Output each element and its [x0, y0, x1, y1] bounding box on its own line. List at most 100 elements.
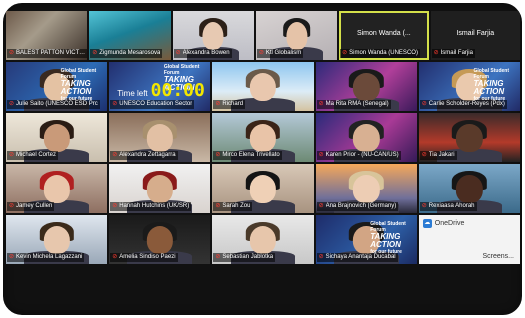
- participant-tile[interactable]: ⊘ Hannah Hutchins (UK/SR): [109, 164, 211, 213]
- onedrive-title: OneDrive: [434, 220, 465, 227]
- participant-tile[interactable]: ⊘ Kevin Michela Lagazzani: [6, 215, 108, 264]
- participant-tile[interactable]: Global Student Forum TAKING ACTION Time le…: [109, 62, 211, 111]
- participant-name: Mirco Elena Trivellato: [222, 152, 280, 158]
- participant-name-bar: ⊘BALEST PATTON VICTORIO BENIN: [7, 49, 88, 58]
- participant-face: [353, 72, 380, 102]
- mic-off-icon: ⊘: [215, 101, 221, 107]
- participant-name-bar: ⊘ Kevin Michela Lagazzani: [7, 253, 85, 262]
- participant-tile[interactable]: Global Student Forum TAKING ACTION for our…: [315, 215, 417, 264]
- forum-banner: Global Student Forum TAKING ACTION for our…: [473, 68, 515, 102]
- participant-tile[interactable]: ⊘ Zigmunda Mesarosova: [89, 11, 171, 60]
- participant-name-bar: ⊘ Richard: [213, 100, 246, 109]
- participant-name-bar: ⊘ Ma Rita RMA (Senegal): [316, 100, 391, 109]
- participant-name-bar: ⊘ Zigmunda Mesarosova: [90, 49, 163, 58]
- participant-name: Ismail Farjia: [440, 50, 473, 56]
- mic-off-icon: ⊘: [318, 101, 324, 107]
- forum-banner: Global Student Forum TAKING ACTION for our…: [370, 221, 413, 255]
- mic-off-icon: ⊘: [9, 50, 15, 56]
- participant-tile[interactable]: ⊘ Sarah Zou: [212, 164, 314, 213]
- participant-face: [285, 21, 308, 51]
- participant-face: [146, 174, 173, 204]
- participant-tile[interactable]: ⊘ Alexandra Zettagarra: [109, 113, 211, 162]
- participant-tile[interactable]: ⊘ Rexiaasa Ahorah: [418, 164, 520, 213]
- participant-grid: ⊘BALEST PATTON VICTORIO BENIN⊘Zigmunda M…: [6, 11, 520, 315]
- participant-name: Kevin Michela Lagazzani: [16, 254, 83, 260]
- participant-name: Sebastian Jablotka: [222, 254, 274, 260]
- mic-off-icon: ⊘: [112, 101, 118, 107]
- mic-off-icon: ⊘: [9, 101, 15, 107]
- mic-off-icon: ⊘: [318, 152, 324, 158]
- participant-tile[interactable]: ⊘ Tia Jakari: [418, 113, 520, 162]
- participant-name: Hannah Hutchins (UK/SR): [119, 203, 190, 209]
- participant-tile[interactable]: ⊘ Michael Cortez: [6, 113, 108, 162]
- onedrive-header: ☁ OneDrive: [422, 219, 465, 228]
- participant-name-bar: ⊘ Ktl Globalism: [256, 49, 304, 58]
- participant-name: Julie Saito (UNESCO ESD Prc: [16, 101, 98, 107]
- participant-tile[interactable]: ⊘ Sebastian Jablotka: [212, 215, 314, 264]
- participant-face: [456, 174, 483, 204]
- participant-tile[interactable]: ⊘ Jamey Cullen: [6, 164, 108, 213]
- mic-off-icon: ⊘: [175, 50, 181, 56]
- mic-off-icon: ⊘: [215, 152, 221, 158]
- participant-tile[interactable]: ⊘ Ma Rita RMA (Senegal): [315, 62, 417, 111]
- participant-tile[interactable]: ⊘ Ana Brajnovich (Germany): [315, 164, 417, 213]
- mic-off-icon: ⊘: [112, 152, 118, 158]
- mic-off-icon: ⊘: [421, 152, 427, 158]
- participant-tile[interactable]: Ismail Farjia ⊘ Ismail Farjia: [430, 11, 520, 60]
- participant-face: [353, 123, 380, 153]
- participant-name-bar: ⊘ Tia Jakari: [419, 151, 457, 160]
- participant-tile[interactable]: Global Student Forum TAKING ACTION for our…: [418, 62, 520, 111]
- participant-name-bar: ⊘ Alexandra Zettagarra: [110, 151, 178, 160]
- mic-off-icon: ⊘: [433, 50, 439, 56]
- mic-off-icon: ⊘: [215, 203, 221, 209]
- participant-tile[interactable]: ⊘BALEST PATTON VICTORIO BENIN: [6, 11, 88, 60]
- countdown-label: Time left: [117, 88, 148, 98]
- participant-name: Sichaya Anantaja Ducabal: [325, 254, 396, 260]
- forum-banner: Global Student Forum TAKING ACTION for our…: [61, 68, 103, 102]
- participant-tile[interactable]: Simon Wanda (... ⊘ Simon Wanda (UNESCO): [339, 11, 429, 60]
- participant-tile[interactable]: ⊘ Alexandra Bowen: [172, 11, 254, 60]
- mic-off-icon: ⊘: [9, 203, 15, 209]
- participant-name: UNESCO Education Sector: [119, 101, 193, 107]
- participant-name: Simon Wanda (UNESCO): [349, 50, 418, 56]
- participant-row-top: ⊘BALEST PATTON VICTORIO BENIN⊘Zigmunda M…: [6, 11, 520, 60]
- participant-name: Ktl Globalism: [265, 50, 302, 56]
- mic-off-icon: ⊘: [112, 203, 118, 209]
- participant-name: Amelia Sindiso Paezi: [119, 254, 176, 260]
- mic-off-icon: ⊘: [9, 152, 15, 158]
- participant-tile[interactable]: ⊘ Mirco Elena Trivellato: [212, 113, 314, 162]
- participant-name-bar: ⊘ Sichaya Anantaja Ducabal: [316, 253, 398, 262]
- mic-off-icon: ⊘: [92, 50, 98, 56]
- participant-name-large: Ismail Farjia: [456, 29, 495, 37]
- participant-name: BALEST PATTON VICTORIO BENIN: [16, 50, 87, 56]
- participant-name: Carlie Scholder-Reyes (Pdx): [428, 101, 505, 107]
- participant-tile[interactable]: ⊘ Amelia Sindiso Paezi: [109, 215, 211, 264]
- participant-tile[interactable]: Global Student Forum TAKING ACTION for our…: [6, 62, 108, 111]
- mic-off-icon: ⊘: [215, 254, 221, 260]
- participant-name: Sarah Zou: [222, 203, 251, 209]
- participant-face: [249, 174, 277, 204]
- participant-name-bar: ⊘ Carlie Scholder-Reyes (Pdx): [419, 100, 507, 109]
- participant-face: [202, 21, 224, 51]
- participant-face: [146, 123, 173, 153]
- mic-off-icon: ⊘: [342, 50, 348, 56]
- countdown-value: 00:00: [150, 79, 205, 101]
- participant-name-bar: ⊘ Julie Saito (UNESCO ESD Prc: [7, 100, 100, 109]
- onedrive-notification-tile[interactable]: ☁ OneDrive Screens...: [418, 215, 520, 264]
- countdown-timer: Time left 00:00: [117, 80, 206, 101]
- participant-name: Tia Jakari: [428, 152, 455, 158]
- participant-name-bar: ⊘ Rexiaasa Ahorah: [419, 202, 477, 211]
- participant-name-bar: ⊘ Amelia Sindiso Paezi: [110, 253, 178, 262]
- video-gallery-window: ⊘BALEST PATTON VICTORIO BENIN⊘Zigmunda M…: [0, 0, 525, 318]
- participant-name-bar: ⊘ Mirco Elena Trivellato: [213, 151, 282, 160]
- participant-tile[interactable]: ⊘ Richard: [212, 62, 314, 111]
- participant-tile[interactable]: ⊘ Ktl Globalism: [255, 11, 338, 60]
- participant-name: Michael Cortez: [16, 152, 57, 158]
- participant-name: Karen Prior - (NU-CAN/US): [325, 152, 399, 158]
- mic-off-icon: ⊘: [318, 203, 324, 209]
- participant-face: [249, 123, 277, 153]
- mic-off-icon: ⊘: [318, 254, 324, 260]
- participant-tile[interactable]: ⊘ Karen Prior - (NU-CAN/US): [315, 113, 417, 162]
- participant-face: [43, 123, 70, 153]
- onedrive-subtitle: Screens...: [482, 253, 514, 260]
